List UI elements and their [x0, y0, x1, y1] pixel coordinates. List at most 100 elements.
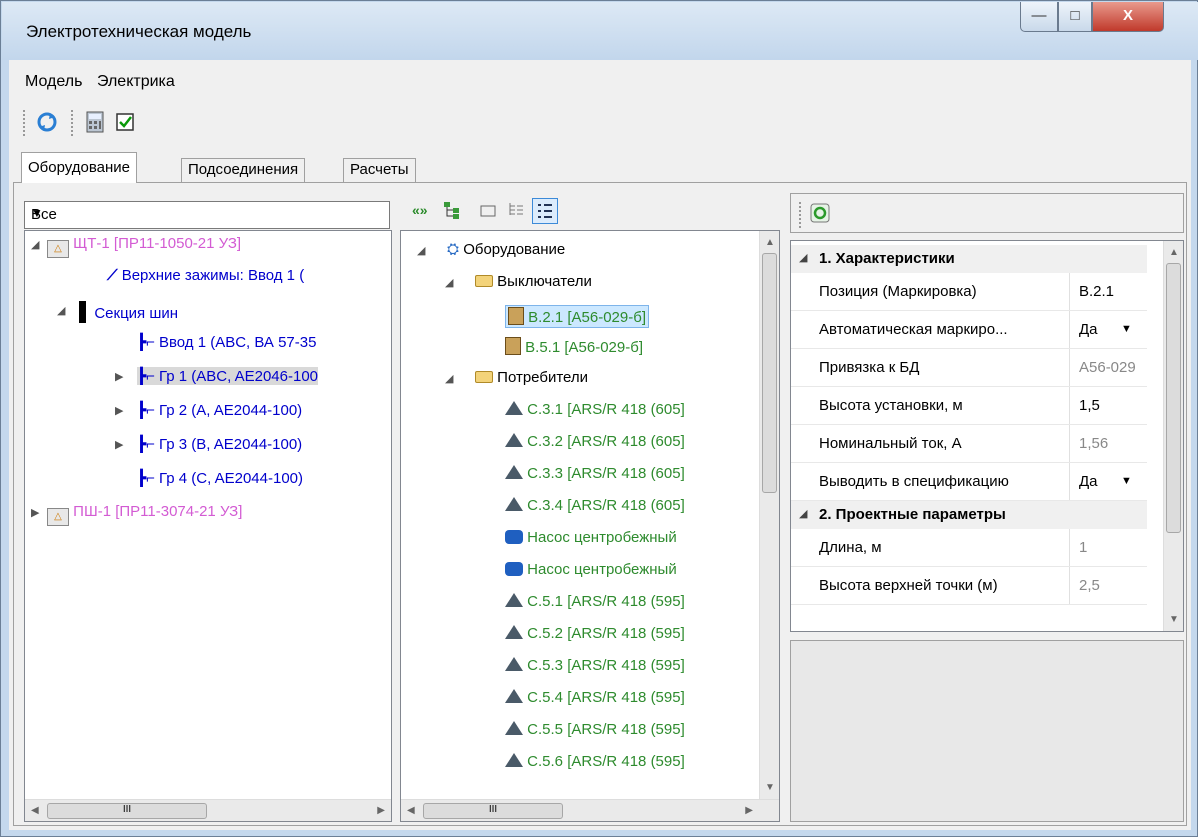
list-view-icon[interactable]: [532, 198, 558, 224]
horizontal-scrollbar[interactable]: ◀ III ▶: [25, 799, 391, 821]
column-divider: [1069, 273, 1070, 310]
vertical-scrollbar[interactable]: ▲ ▼: [759, 231, 779, 799]
scroll-down-icon[interactable]: ▼: [765, 782, 775, 793]
scroll-left-icon[interactable]: ◀: [407, 805, 415, 816]
chevron-down-icon[interactable]: ▼: [1121, 323, 1132, 335]
tree-item[interactable]: В.2.1 [А56-029-б]: [505, 305, 649, 328]
tree-item[interactable]: С.5.3 [ARS/R 418 (595]: [505, 657, 685, 674]
property-row[interactable]: Длина, м 1: [791, 529, 1147, 567]
tree-item[interactable]: ▶ ┣⌐ Гр 3 (B, AE2044-100): [115, 435, 302, 453]
window-icon[interactable]: [478, 200, 498, 224]
collapse-icon[interactable]: ◢: [799, 251, 807, 264]
property-row[interactable]: Автоматическая маркиро... Да ▼: [791, 311, 1147, 349]
tree-item[interactable]: ◢ Выключатели: [445, 273, 592, 290]
expander-icon[interactable]: ▶: [115, 370, 123, 383]
tree-item[interactable]: С.3.2 [ARS/R 418 (605]: [505, 433, 685, 450]
expander-icon[interactable]: ▶: [115, 438, 123, 451]
chevron-down-icon[interactable]: ▼: [31, 206, 385, 220]
tree-item[interactable]: С.3.3 [ARS/R 418 (605]: [505, 465, 685, 482]
pump-icon: [505, 562, 523, 576]
tree-item[interactable]: ▶ △ ПШ-1 [ПР11-3074-21 УЗ]: [31, 503, 242, 526]
property-value[interactable]: 1,56: [1079, 435, 1141, 452]
property-category[interactable]: ◢ 1. Характеристики: [791, 245, 1147, 273]
scroll-up-icon[interactable]: ▲: [765, 237, 775, 248]
calculator-icon[interactable]: [83, 110, 107, 134]
tree-item[interactable]: ◢ Потребители: [445, 369, 588, 386]
tree-item[interactable]: С.3.4 [ARS/R 418 (605]: [505, 497, 685, 514]
tree-item[interactable]: Насос центробежный: [505, 561, 677, 578]
tree-item[interactable]: С.3.1 [ARS/R 418 (605]: [505, 401, 685, 418]
property-value[interactable]: В.2.1: [1079, 283, 1141, 300]
property-row[interactable]: Высота верхней точки (м) 2,5: [791, 567, 1147, 605]
scroll-up-icon[interactable]: ▲: [1169, 247, 1179, 258]
property-name: Высота верхней точки (м): [819, 577, 998, 594]
property-row[interactable]: Выводить в спецификацию Да ▼: [791, 463, 1147, 501]
scroll-right-icon[interactable]: ▶: [745, 805, 753, 816]
tree-item[interactable]: В.5.1 [А56-029-б]: [505, 337, 643, 356]
title-bar[interactable]: Электротехническая модель — □ X: [2, 2, 1198, 60]
tree-item[interactable]: ▶ ┣⌐ Гр 2 (A, AE2044-100): [115, 401, 302, 419]
property-row[interactable]: Позиция (Маркировка) В.2.1: [791, 273, 1147, 311]
refresh-icon[interactable]: [35, 110, 59, 134]
hierarchy-icon[interactable]: [442, 200, 462, 224]
tree-item[interactable]: С.5.2 [ARS/R 418 (595]: [505, 625, 685, 642]
tree-item[interactable]: ◢ △ ЩТ-1 [ПР11-1050-21 УЗ]: [31, 235, 241, 258]
collapse-icon[interactable]: «»: [412, 202, 428, 218]
expander-icon[interactable]: ◢: [57, 304, 65, 317]
property-row[interactable]: Высота установки, м 1,5: [791, 387, 1147, 425]
expander-icon[interactable]: ◢: [445, 276, 453, 289]
property-value[interactable]: 1: [1079, 539, 1141, 556]
property-value[interactable]: 1,5: [1079, 397, 1141, 414]
scroll-thumb[interactable]: III: [47, 803, 207, 819]
property-value[interactable]: 2,5: [1079, 577, 1141, 594]
expander-icon[interactable]: ◢: [31, 238, 39, 251]
panel-icon: △: [47, 508, 69, 526]
minimize-icon: —: [1031, 7, 1047, 24]
property-category[interactable]: ◢ 2. Проектные параметры: [791, 501, 1147, 529]
tree-item[interactable]: ⟋ Верхние зажимы: Ввод 1 (: [107, 267, 304, 284]
minimize-button[interactable]: —: [1020, 2, 1058, 32]
tree-panel-middle: ◢ ⛭ Оборудование ◢ Выключатели В.2.1 [А56-…: [400, 230, 780, 822]
scroll-thumb[interactable]: III: [423, 803, 563, 819]
tree-view-icon[interactable]: [506, 200, 526, 224]
tree-item[interactable]: С.5.5 [ARS/R 418 (595]: [505, 721, 685, 738]
tree-item[interactable]: ┣⌐ Гр 4 (C, AE2044-100): [137, 469, 303, 487]
scroll-right-icon[interactable]: ▶: [377, 805, 385, 816]
maximize-button[interactable]: □: [1058, 2, 1092, 32]
expander-icon[interactable]: ▶: [31, 506, 39, 519]
tab-equipment[interactable]: Оборудование: [21, 152, 138, 183]
chevron-down-icon[interactable]: ▼: [1121, 475, 1132, 487]
property-row[interactable]: Номинальный ток, А 1,56: [791, 425, 1147, 463]
close-button[interactable]: X: [1092, 2, 1164, 32]
tab-connections[interactable]: Подсоединения: [181, 158, 306, 182]
horizontal-scrollbar[interactable]: ◀ III ▶: [401, 799, 779, 821]
scroll-thumb[interactable]: [1166, 263, 1181, 533]
collapse-icon[interactable]: ◢: [799, 507, 807, 520]
tree-item[interactable]: Насос центробежный: [505, 529, 677, 546]
scroll-left-icon[interactable]: ◀: [31, 805, 39, 816]
property-value[interactable]: А56-029: [1079, 359, 1141, 376]
property-row[interactable]: Привязка к БД А56-029: [791, 349, 1147, 387]
toolbar-grip[interactable]: [23, 110, 26, 136]
tree-item[interactable]: ◢ ⛭ Оборудование: [417, 241, 565, 258]
scroll-thumb[interactable]: [762, 253, 777, 493]
toolbar-grip[interactable]: [799, 202, 802, 228]
breaker-icon: ┣⌐: [137, 436, 155, 453]
expander-icon[interactable]: ◢: [445, 372, 453, 385]
vertical-scrollbar[interactable]: ▲ ▼: [1163, 241, 1183, 631]
tree-item[interactable]: ▶ ┣⌐ Гр 1 (ABC, AE2046-100: [115, 367, 319, 385]
refresh-properties-icon[interactable]: [809, 202, 831, 228]
tab-calculations[interactable]: Расчеты: [343, 158, 416, 182]
check-icon[interactable]: [113, 110, 137, 134]
tree-item[interactable]: С.5.1 [ARS/R 418 (595]: [505, 593, 685, 610]
expander-icon[interactable]: ▶: [115, 404, 123, 417]
menu-electric[interactable]: Электрика: [97, 73, 175, 91]
menu-model[interactable]: Модель: [25, 73, 82, 91]
tree-item[interactable]: ┣⌐ Ввод 1 (ABC, ВА 57-35: [137, 333, 316, 351]
expander-icon[interactable]: ◢: [417, 244, 425, 257]
tree-item[interactable]: С.5.4 [ARS/R 418 (595]: [505, 689, 685, 706]
tree-item[interactable]: С.5.6 [ARS/R 418 (595]: [505, 753, 685, 770]
scroll-down-icon[interactable]: ▼: [1169, 614, 1179, 625]
tree-item[interactable]: ◢ Секция шин: [57, 301, 178, 323]
filter-dropdown[interactable]: Все ▼: [24, 201, 390, 229]
